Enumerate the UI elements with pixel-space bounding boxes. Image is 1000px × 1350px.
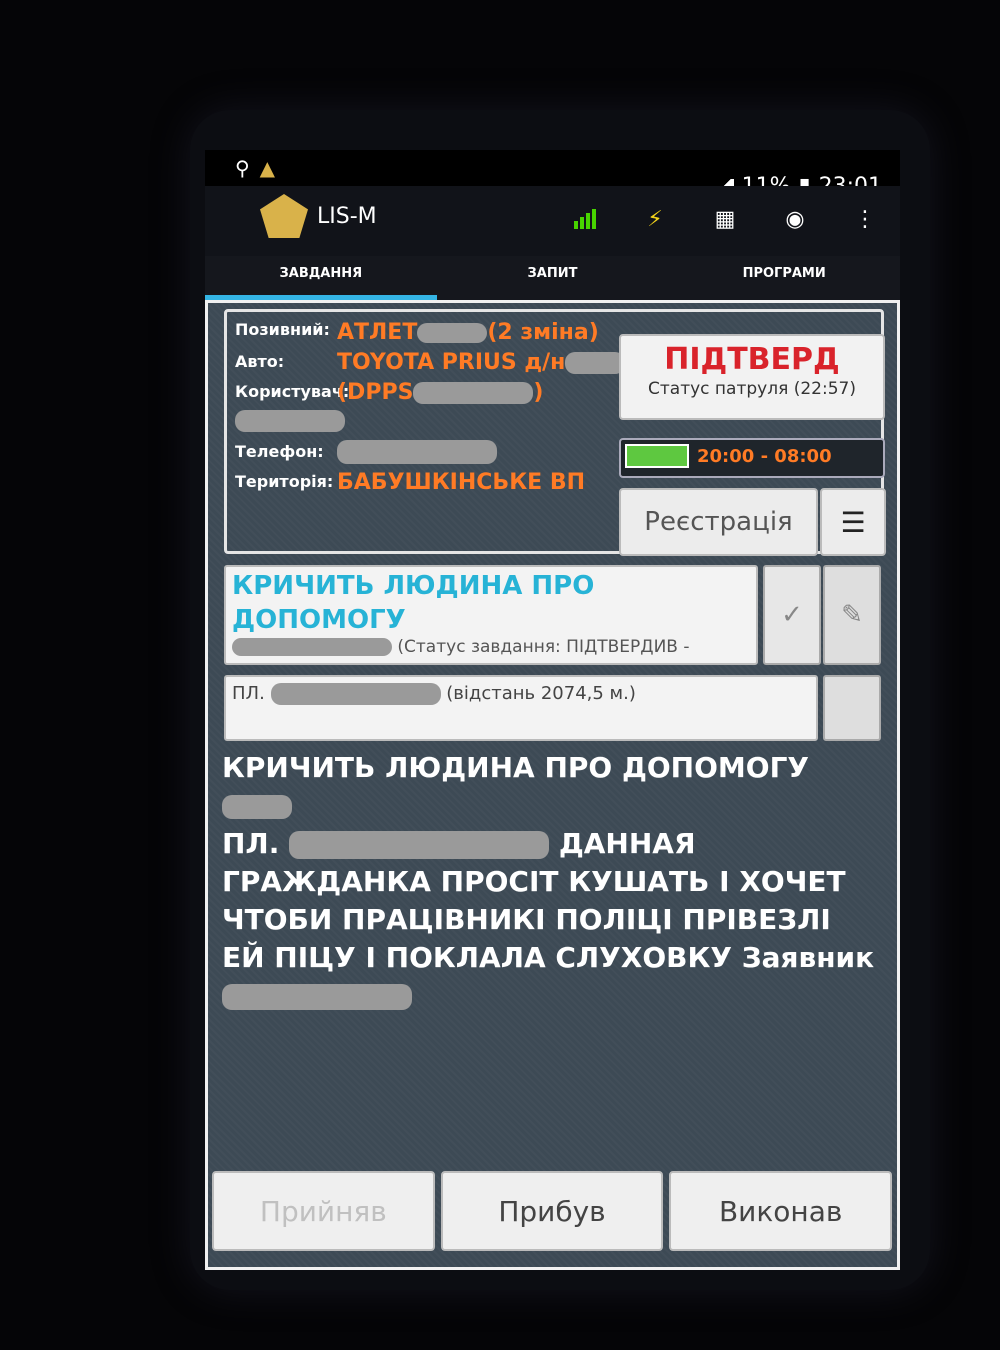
callsign-label: Позивний: [235, 320, 330, 339]
territory-label: Територія: [235, 472, 334, 491]
phone-value [337, 440, 497, 464]
user-label: Користувач: [235, 382, 350, 401]
patrol-status-button[interactable]: ПІДТВЕРД Статус патруля (22:57) [619, 334, 885, 420]
address-prefix: ПЛ. [232, 683, 265, 704]
phone-label: Телефон: [235, 442, 324, 461]
app-logo-icon[interactable] [260, 194, 308, 238]
patrol-status: ПІДТВЕРД [664, 342, 840, 377]
overflow-menu-icon[interactable]: ⋮ [850, 206, 880, 232]
patrol-status-time: Статус патруля (22:57) [648, 379, 856, 399]
map-icon[interactable]: ▦ [710, 206, 740, 232]
location-icon: ⚲ [235, 156, 250, 180]
register-button[interactable]: Реєстрація [619, 488, 818, 556]
auto-label: Авто: [235, 352, 285, 371]
task-status: (Статус завдання: ПІДТВЕРДИВ - [232, 637, 690, 657]
task-actions: Прийняв Прибув Виконав [212, 1171, 893, 1251]
action-bar: LIS-M ⚡ ▦ ◉ ⋮ [205, 186, 900, 256]
edit-icon: ✎ [841, 600, 863, 630]
shift-progress: 20:00 - 08:00 [619, 438, 885, 478]
tab-tasks[interactable]: ЗАВДАННЯ [205, 256, 437, 300]
tab-bar: ЗАВДАННЯ ЗАПИТ ПРОГРАМИ [205, 256, 900, 300]
task-description: КРИЧИТЬ ЛЮДИНА ПРО ДОПОМОГУ ПЛ. ДАННАЯ Г… [222, 749, 882, 1015]
notification-icon: ▲ [259, 156, 276, 180]
callsign-shift: (2 зміна) [487, 320, 599, 345]
task-panel[interactable]: КРИЧИТЬ ЛЮДИНА ПРО ДОПОМОГУ (Статус завд… [224, 565, 758, 665]
app-title: LIS-M [317, 204, 377, 229]
user-redacted [235, 410, 345, 432]
eye-icon[interactable]: ◉ [780, 206, 810, 232]
task-title: КРИЧИТЬ ЛЮДИНА ПРО ДОПОМОГУ [232, 571, 595, 635]
tab-request[interactable]: ЗАПИТ [437, 256, 669, 300]
address-panel[interactable]: ПЛ. (відстань 2074,5 м.) [224, 675, 818, 741]
confirm-task-button[interactable]: ✓ [763, 565, 821, 665]
menu-icon[interactable]: ☰ [820, 488, 886, 556]
patrol-info-panel: Позивний: АТЛЕТ (2 зміна) Авто: TOYOTA PR… [224, 309, 886, 556]
lightning-icon[interactable]: ⚡ [640, 206, 670, 232]
accepted-button[interactable]: Прийняв [212, 1171, 435, 1251]
main-content: Позивний: АТЛЕТ (2 зміна) Авто: TOYOTA PR… [205, 300, 900, 1270]
status-bar: ⚲ ▲ 11% ▮ 23:01 [205, 150, 900, 199]
shift-progress-fill [625, 444, 689, 468]
address-action-button[interactable] [823, 675, 881, 741]
distance: (відстань 2074,5 м.) [446, 683, 636, 704]
phone-screen: ⚲ ▲ 11% ▮ 23:01 LIS-M ⚡ ▦ ◉ ⋮ ЗАВДАННЯ З… [205, 150, 900, 1270]
user-value: (DPPS) [337, 380, 544, 405]
territory-value: БАБУШКІНСЬКЕ ВП [337, 470, 586, 495]
signal-strength-icon[interactable] [570, 206, 600, 232]
check-icon: ✓ [781, 600, 803, 630]
auto-value: TOYOTA PRIUS д/н [337, 350, 626, 375]
callsign-value: АТЛЕТ (2 зміна) [337, 320, 599, 345]
edit-task-button[interactable]: ✎ [823, 565, 881, 665]
shift-time: 20:00 - 08:00 [697, 446, 832, 467]
tab-programs[interactable]: ПРОГРАМИ [668, 256, 900, 300]
arrived-button[interactable]: Прибув [440, 1171, 664, 1251]
done-button[interactable]: Виконав [669, 1171, 893, 1251]
